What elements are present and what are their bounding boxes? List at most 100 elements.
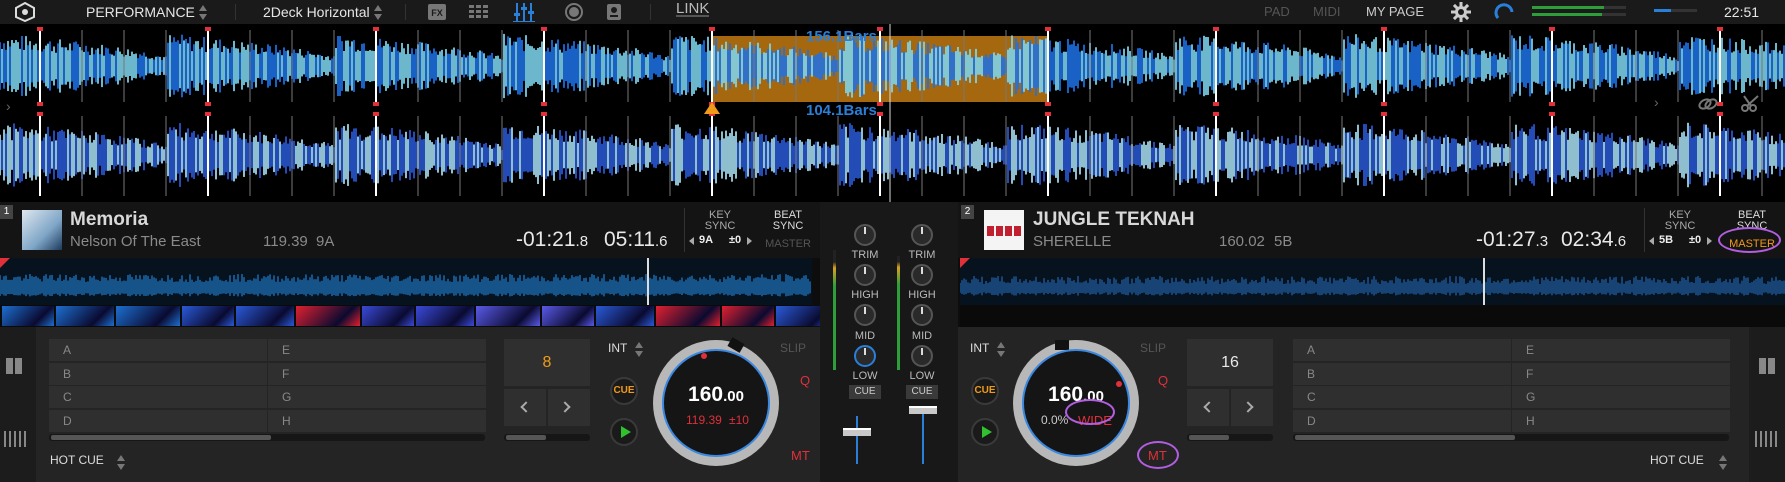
deck2-slip-button[interactable]: SLIP [1140,341,1166,355]
deck1-cue-strip[interactable] [0,305,900,327]
deck1-cue-chip[interactable] [362,306,414,326]
deck1-cue-chip[interactable] [416,306,474,326]
deck1-master-tempo-button[interactable]: MT [791,448,810,463]
ch2-mid-knob[interactable] [911,304,933,326]
scissors-icon[interactable] [1740,94,1762,114]
deck1-hot-cue-pad[interactable]: A [49,339,267,361]
sampler-grid-icon[interactable] [468,2,490,22]
deck2-overview-waveform[interactable] [960,258,1785,305]
deck1-hot-cue-pad[interactable]: C [49,386,267,408]
deck1-int-updown-icon[interactable] [634,338,644,360]
ch1-trim-knob[interactable] [854,224,876,246]
deck1-cue-chip[interactable] [542,306,594,326]
deck2-jump-forward-button[interactable] [1231,389,1273,426]
deck1-hot-cue-pad[interactable]: H [268,409,486,432]
scroll-right-icon[interactable]: › [1654,94,1659,110]
deck1-pad-mode-label[interactable]: HOT CUE [50,453,104,467]
ch2-cue-button[interactable]: CUE [906,385,938,399]
ch1-channel-fader[interactable] [843,428,871,436]
deck1-pad-mode-updown-icon[interactable] [116,451,126,473]
deck1-key-down-icon[interactable] [689,237,694,245]
deck2-pad-scrollbar[interactable] [1293,434,1729,441]
deck2-play-button[interactable] [971,418,999,446]
ch1-cue-button[interactable]: CUE [849,385,881,399]
ch1-low-knob[interactable] [854,345,876,367]
deck1-cue-chip[interactable] [182,306,234,326]
deck2-quantize-button[interactable]: Q [1158,373,1168,388]
ch2-channel-fader[interactable] [909,406,937,414]
ch2-trim-knob[interactable] [911,224,933,246]
mic-icon[interactable] [603,2,625,22]
deck1-int-label[interactable]: INT [608,341,627,355]
waveform-toggle-icon[interactable] [1755,431,1779,447]
deck2-jog-wheel[interactable]: 160.00 0.0% WIDE [1013,340,1139,466]
deck2-hot-cue-pad[interactable]: C [1293,386,1511,408]
deck2-jump-back-button[interactable] [1187,389,1229,426]
deck1-beat-sync[interactable]: BEAT SYNC MASTER [760,208,816,252]
waveform-toggle-icon[interactable] [4,431,28,447]
deck1-key-sync[interactable]: KEY SYNC 9A ±0 [684,208,754,252]
deck2-hot-cue-pad[interactable]: A [1293,339,1511,361]
deck1-hot-cue-pad[interactable]: B [49,362,267,385]
deck1-hot-cue-pad[interactable]: D [49,409,267,432]
rekordbox-logo-icon[interactable] [14,2,36,22]
deck1-cue-chip[interactable] [296,306,360,326]
deck2-key-down-icon[interactable] [1649,237,1654,245]
deck1-cue-chip[interactable] [656,306,720,326]
deck2-key-sync[interactable]: KEY SYNC 5B ±0 [1644,208,1714,252]
ch1-mid-knob[interactable] [854,304,876,326]
deck2-int-label[interactable]: INT [970,341,989,355]
deck1-cue-chips[interactable] [0,305,900,327]
deck1-master-button[interactable]: MASTER [760,239,816,250]
deck2-jump-scrollbar[interactable] [1187,434,1273,441]
deck1-cue-chip[interactable] [56,306,114,326]
deck1-cue-chip[interactable] [236,306,294,326]
deck1-beat-sync-label[interactable]: BEAT SYNC [760,210,816,232]
mode-selector[interactable]: PERFORMANCE [86,0,195,24]
deck1-key-up-icon[interactable] [747,237,752,245]
deck1-jump-back-button[interactable] [504,389,546,426]
deck1-jump-forward-button[interactable] [548,389,590,426]
waveform-display[interactable]: 156.1Bars 104.1Bars › › [0,24,1785,202]
deck1-slip-button[interactable]: SLIP [780,341,806,355]
deck1-jump-scrollbar[interactable] [504,434,590,441]
pad-grid-icon[interactable] [6,358,22,374]
layout-selector[interactable]: 2Deck Horizontal [263,0,370,24]
deck2-beat-jump-value[interactable]: 16 [1187,339,1273,386]
deck1-cue-chip[interactable] [722,306,774,326]
link-button[interactable]: LINK [676,0,710,17]
deck2-key-up-icon[interactable] [1707,237,1712,245]
fx-icon[interactable]: FX [426,2,448,22]
link-chain-icon[interactable] [1697,94,1719,114]
deck2-hot-cue-pad[interactable]: B [1293,362,1511,385]
deck1-cue-chip[interactable] [476,306,540,326]
deck2-key-sync-label[interactable]: KEY SYNC [1645,210,1715,232]
deck2-cue-button[interactable]: CUE [971,377,999,405]
pad-grid-icon[interactable] [1759,358,1775,374]
deck1-pad-scrollbar[interactable] [49,434,485,441]
deck1-overview-waveform[interactable] [0,258,812,305]
deck2-hot-cue-pad[interactable]: F [1512,362,1730,385]
record-icon[interactable] [563,2,585,22]
deck1-key-sync-label[interactable]: KEY SYNC [685,210,755,232]
deck1-hot-cue-pad[interactable]: G [268,386,486,408]
midi-button[interactable]: MIDI [1313,0,1340,24]
ch2-low-knob[interactable] [911,345,933,367]
mixer-icon[interactable] [513,2,535,22]
dual-waveform[interactable] [0,24,1785,202]
deck2-hot-cue-pad[interactable]: E [1512,339,1730,361]
mode-updown-icon[interactable] [198,1,208,23]
deck1-cue-button[interactable]: CUE [610,377,638,405]
deck1-jog-wheel[interactable]: 160.00 119.39 ±10 [653,337,779,466]
deck1-hot-cue-pad[interactable]: F [268,362,486,385]
deck1-hot-cue-pad[interactable]: E [268,339,486,361]
pad-mode-button[interactable]: PAD [1264,0,1290,24]
deck2-int-updown-icon[interactable] [996,338,1006,360]
layout-updown-icon[interactable] [373,1,383,23]
deck2-pad-mode-label[interactable]: HOT CUE [1650,453,1704,467]
deck1-beat-jump-value[interactable]: 8 [504,339,590,386]
my-page-button[interactable]: MY PAGE [1366,0,1424,24]
deck1-play-button[interactable] [610,418,638,446]
ch2-high-knob[interactable] [911,264,933,286]
ch1-high-knob[interactable] [854,264,876,286]
